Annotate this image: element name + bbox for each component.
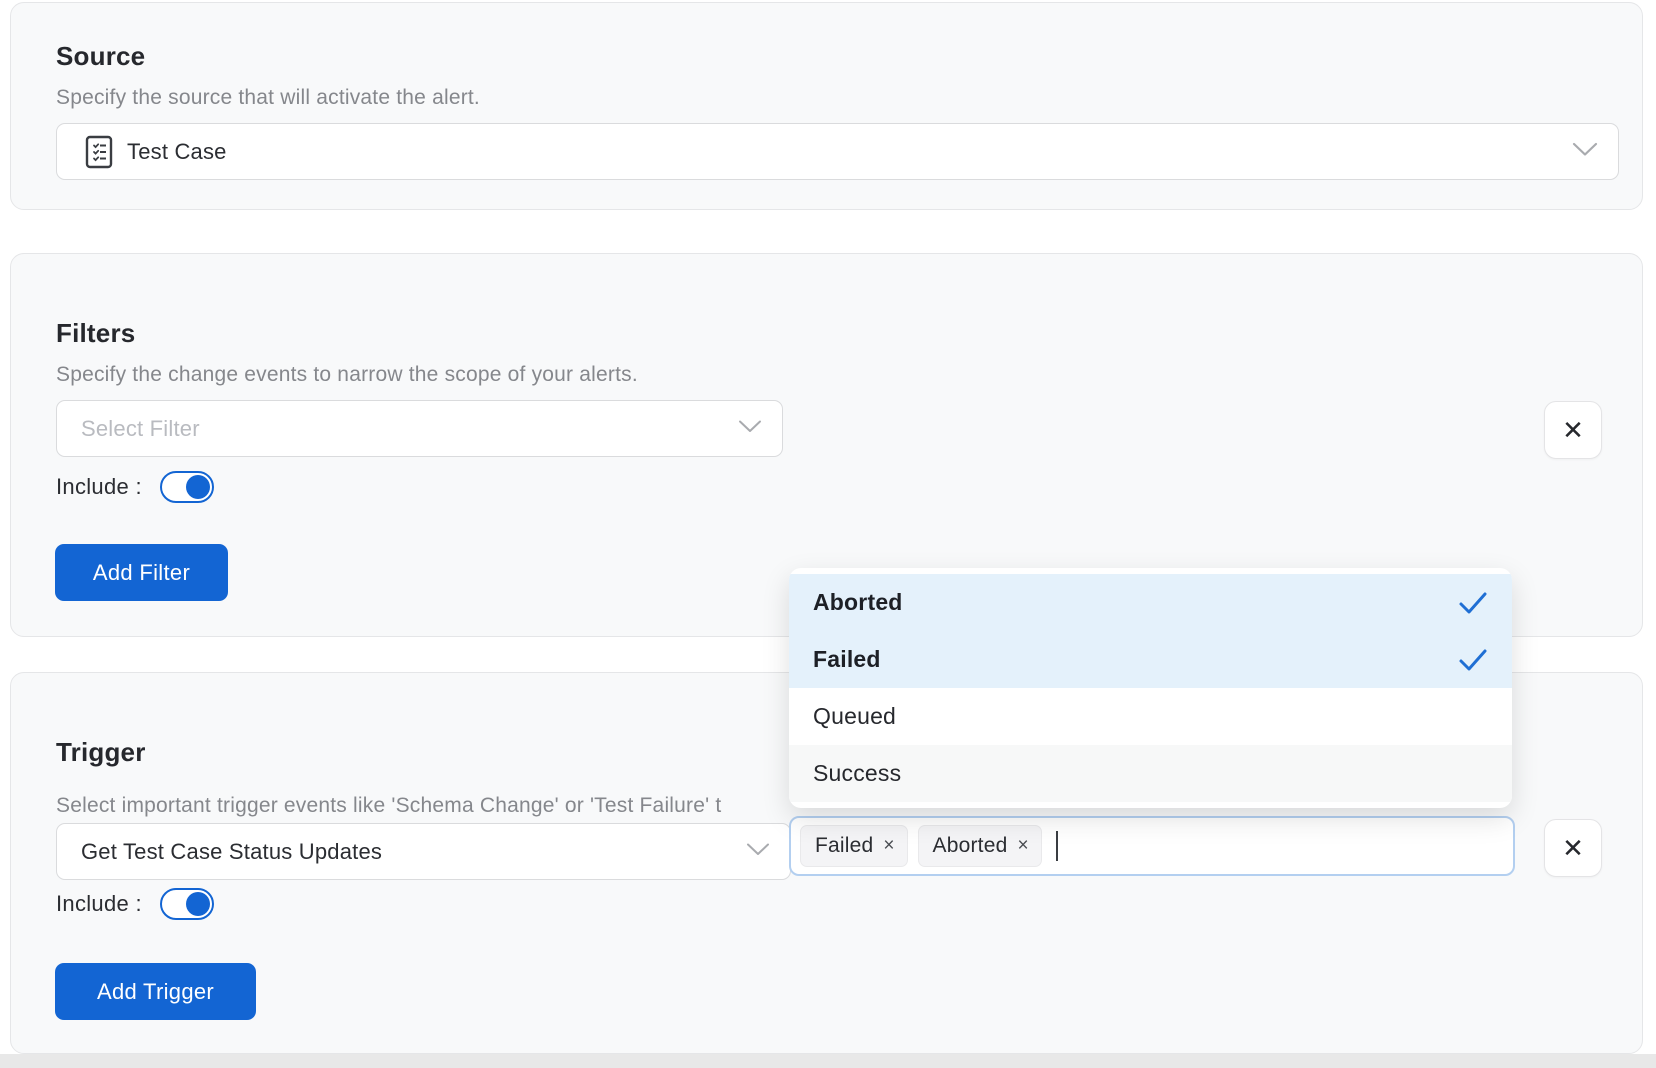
chip-label: Failed: [815, 834, 873, 858]
filters-include-row: Include :: [56, 471, 214, 503]
remove-trigger-button[interactable]: ✕: [1544, 819, 1602, 877]
checkmark-icon: [1458, 648, 1488, 672]
dropdown-option-label: Queued: [813, 703, 896, 730]
toggle-knob: [186, 892, 210, 916]
add-trigger-button[interactable]: Add Trigger: [55, 963, 256, 1020]
trigger-select-value: Get Test Case Status Updates: [81, 839, 382, 865]
trigger-select[interactable]: Get Test Case Status Updates: [56, 823, 791, 880]
alert-configuration-page: Source Specify the source that will acti…: [0, 0, 1656, 1068]
source-select[interactable]: Test Case: [56, 123, 1619, 180]
selected-event-chip: Failed ×: [800, 825, 908, 867]
trigger-section-title: Trigger: [56, 737, 146, 768]
trigger-include-toggle[interactable]: [160, 888, 214, 920]
filters-section-title: Filters: [56, 318, 135, 349]
dropdown-option-label: Failed: [813, 646, 881, 673]
close-icon: ✕: [1562, 415, 1584, 446]
filter-select[interactable]: Select Filter: [56, 400, 783, 457]
dropdown-option-success[interactable]: Success: [789, 745, 1512, 802]
filters-include-label: Include :: [56, 474, 142, 500]
dropdown-option-label: Aborted: [813, 589, 903, 616]
add-filter-button[interactable]: Add Filter: [55, 544, 228, 601]
dropdown-option-aborted[interactable]: Aborted: [789, 574, 1512, 631]
remove-chip-icon[interactable]: ×: [883, 835, 894, 857]
filter-select-placeholder: Select Filter: [81, 416, 200, 442]
filters-section-description: Specify the change events to narrow the …: [56, 363, 638, 387]
dropdown-option-failed[interactable]: Failed: [789, 631, 1512, 688]
toggle-knob: [186, 475, 210, 499]
trigger-events-multiselect-input[interactable]: Failed × Aborted ×: [789, 816, 1515, 876]
remove-filter-button[interactable]: ✕: [1544, 401, 1602, 459]
dropdown-option-label: Success: [813, 760, 901, 787]
chip-label: Aborted: [933, 834, 1008, 858]
source-section-description: Specify the source that will activate th…: [56, 86, 480, 110]
close-icon: ✕: [1562, 833, 1584, 864]
source-section-card: Source Specify the source that will acti…: [10, 2, 1643, 210]
trigger-include-row: Include :: [56, 888, 214, 920]
remove-chip-icon[interactable]: ×: [1017, 835, 1028, 857]
chevron-down-icon: [738, 419, 762, 438]
test-case-document-icon: [85, 135, 113, 169]
trigger-include-label: Include :: [56, 891, 142, 917]
source-section-title: Source: [56, 41, 145, 72]
text-cursor: [1056, 831, 1058, 861]
chevron-down-icon: [746, 842, 770, 861]
trigger-section-description: Select important trigger events like 'Sc…: [56, 794, 800, 818]
filters-include-toggle[interactable]: [160, 471, 214, 503]
checkmark-icon: [1458, 591, 1488, 615]
selected-event-chip: Aborted ×: [918, 825, 1042, 867]
chevron-down-icon: [1572, 142, 1598, 162]
page-bottom-band: [0, 1054, 1656, 1068]
trigger-events-dropdown-menu: Aborted Failed Queued Success: [789, 568, 1512, 808]
dropdown-option-queued[interactable]: Queued: [789, 688, 1512, 745]
source-select-value: Test Case: [127, 139, 227, 165]
